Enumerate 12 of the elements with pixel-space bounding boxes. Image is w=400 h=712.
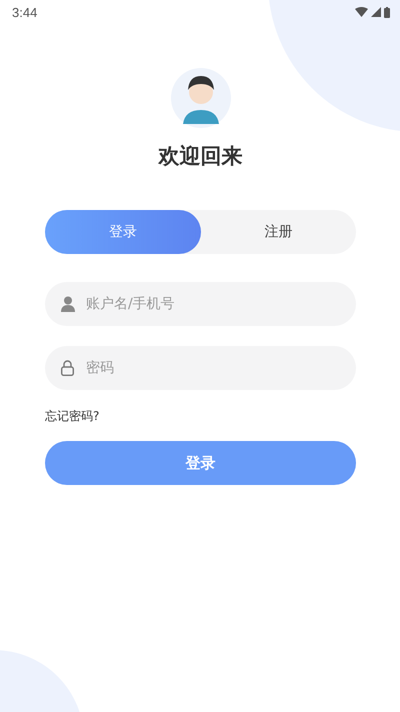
tab[interactable]: 注册 — [200, 210, 356, 254]
user-icon — [61, 296, 75, 312]
wifi-icon — [355, 7, 368, 17]
avatar-icon — [170, 68, 230, 128]
signal-icon — [371, 7, 381, 17]
username-field[interactable]: 账户名/手机号 — [45, 282, 356, 326]
forgot-password-link[interactable]: 忘记密码? — [45, 408, 100, 425]
welcome-title: 欢迎回来 — [158, 143, 242, 170]
status-time: 3:44 — [12, 4, 38, 20]
password-field[interactable]: 密码 — [45, 346, 356, 390]
lock-icon — [61, 360, 74, 376]
battery-icon — [384, 6, 390, 18]
